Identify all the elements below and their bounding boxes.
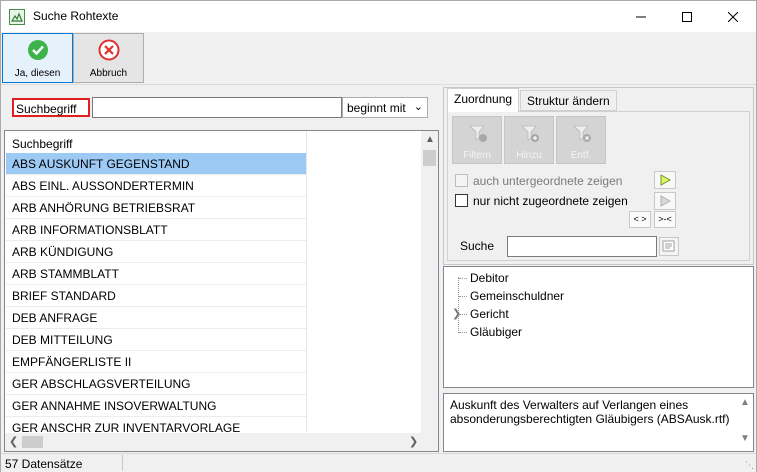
close-button[interactable] <box>710 1 756 32</box>
scroll-up-icon[interactable]: ▲ <box>425 134 435 145</box>
tree-item[interactable]: Gläubiger <box>470 325 522 339</box>
status-bar: 57 Datensätze ⋱ <box>1 453 756 472</box>
list-item[interactable]: BRIEF STANDARD <box>6 285 306 307</box>
close-icon <box>728 11 738 22</box>
window-title: Suche Rohtexte <box>33 9 119 23</box>
remove-button-label: Entf. <box>570 150 592 161</box>
description-scrollbar[interactable]: ▲ ▼ <box>736 394 753 451</box>
filter-button[interactable]: Filtern <box>452 116 502 164</box>
checkbox-only-unassigned[interactable] <box>455 194 468 207</box>
play-icon <box>660 174 671 186</box>
tree-connector <box>458 277 459 333</box>
cancel-button-label: Abbruch <box>89 68 128 79</box>
list-column-header[interactable]: Suchbegriff <box>6 132 306 153</box>
tab-zuordnung[interactable]: Zuordnung <box>447 88 520 112</box>
minimize-icon <box>636 16 646 17</box>
horizontal-scrollbar[interactable]: ❮ ❯ <box>5 433 438 451</box>
list-item[interactable]: ABS EINL. AUSSONDERTERMIN <box>6 175 306 197</box>
assignment-search-input[interactable] <box>507 236 657 257</box>
list-item[interactable]: GER ANNAHME INSOVERWALTUNG <box>6 395 306 417</box>
play-next-button[interactable] <box>654 171 676 189</box>
toolbar: Ja, diesen Abbruch <box>1 32 756 85</box>
list-item[interactable]: GER ABSCHLAGSVERTEILUNG <box>6 373 306 395</box>
checkbox-show-subordinate-label: auch untergeordnete zeigen <box>473 174 623 188</box>
assignment-search-button[interactable] <box>659 237 679 256</box>
description-text: Auskunft des Verwalters auf Verlangen ei… <box>450 398 730 426</box>
tree-expand-icon[interactable]: ❯ <box>452 307 461 320</box>
filter-button-label: Filtern <box>463 150 491 161</box>
description-box[interactable]: Auskunft des Verwalters auf Verlangen ei… <box>443 393 754 452</box>
add-button-label: Hinzu <box>516 150 542 161</box>
list-item[interactable]: ARB INFORMATIONSBLATT <box>6 219 306 241</box>
collapse-button[interactable]: >-< <box>654 211 676 228</box>
scroll-thumb[interactable] <box>423 150 436 166</box>
list-item[interactable]: EMPFÄNGERLISTE II <box>6 351 306 373</box>
scroll-up-icon[interactable]: ▲ <box>740 396 750 410</box>
column-divider <box>306 131 307 431</box>
scroll-left-icon[interactable]: ❮ <box>9 435 18 448</box>
list-item[interactable]: ARB ANHÖRUNG BETRIEBSRAT <box>6 197 306 219</box>
tree-item[interactable]: Gemeinschuldner <box>470 289 564 303</box>
expand-button[interactable]: < > <box>629 211 651 228</box>
dialog-window: Suche Rohtexte Ja, diesen Abbruch Suchbe… <box>0 0 757 472</box>
checkbox-only-unassigned-label: nur nicht zugeordnete zeigen <box>473 194 628 208</box>
tree-item[interactable]: Gericht <box>470 307 509 321</box>
scroll-right-icon[interactable]: ❯ <box>409 435 418 448</box>
tree-connector <box>459 278 467 279</box>
filter-icon <box>468 125 487 142</box>
search-list-icon <box>662 240 675 252</box>
tree-connector <box>459 296 467 297</box>
list-item[interactable]: ARB KÜNDIGUNG <box>6 241 306 263</box>
tree-connector <box>459 332 467 333</box>
ok-button[interactable]: Ja, diesen <box>2 33 73 83</box>
tab-content: Filtern Hinzu Entf. auch untergeordnete … <box>447 111 750 261</box>
list-item[interactable]: ABS AUSKUNFT GEGENSTAND <box>6 153 306 175</box>
list-item[interactable]: ARB STAMMBLATT <box>6 263 306 285</box>
status-separator <box>122 455 123 471</box>
play-icon <box>660 195 671 207</box>
add-icon <box>520 125 539 142</box>
tree-item[interactable]: Debitor <box>470 271 509 285</box>
minimize-button[interactable] <box>618 1 664 32</box>
add-button[interactable]: Hinzu <box>504 116 554 164</box>
vertical-scrollbar[interactable]: ▲ <box>421 131 438 434</box>
results-list[interactable]: Suchbegriff ABS AUSKUNFT GEGENSTAND ABS … <box>4 130 439 452</box>
search-mode-value: beginnt mit <box>347 101 406 115</box>
app-icon <box>9 9 25 25</box>
list-item[interactable]: DEB ANFRAGE <box>6 307 306 329</box>
search-label: Suche <box>460 239 495 253</box>
tab-struktur-aendern[interactable]: Struktur ändern <box>520 90 617 111</box>
ok-button-label: Ja, diesen <box>14 68 61 79</box>
chevron-down-icon: ⌄ <box>413 101 423 113</box>
maximize-button[interactable] <box>664 1 710 32</box>
resize-grip-icon[interactable]: ⋱ <box>745 460 754 471</box>
search-input[interactable] <box>92 97 342 118</box>
assignment-panel: Zuordnung Struktur ändern Filtern Hinzu <box>443 87 754 265</box>
record-count: 57 Datensätze <box>5 457 83 471</box>
remove-button[interactable]: Entf. <box>556 116 606 164</box>
search-term-label: Suchbegriff <box>12 98 90 117</box>
scroll-thumb-horizontal[interactable] <box>22 436 43 448</box>
checkmark-icon <box>28 40 48 60</box>
list-item[interactable]: DEB MITTEILUNG <box>6 329 306 351</box>
checkbox-show-subordinate[interactable] <box>455 174 468 187</box>
search-mode-select[interactable]: beginnt mit ⌄ <box>342 97 428 118</box>
cancel-button[interactable]: Abbruch <box>73 33 144 83</box>
remove-icon <box>572 125 591 142</box>
category-tree[interactable]: ❯ Debitor Gemeinschuldner Gericht Gläubi… <box>443 266 754 388</box>
scroll-down-icon[interactable]: ▼ <box>740 432 750 446</box>
play-button-disabled[interactable] <box>654 192 676 210</box>
maximize-icon <box>682 11 692 22</box>
cancel-icon <box>98 39 120 61</box>
title-bar: Suche Rohtexte <box>1 1 756 32</box>
